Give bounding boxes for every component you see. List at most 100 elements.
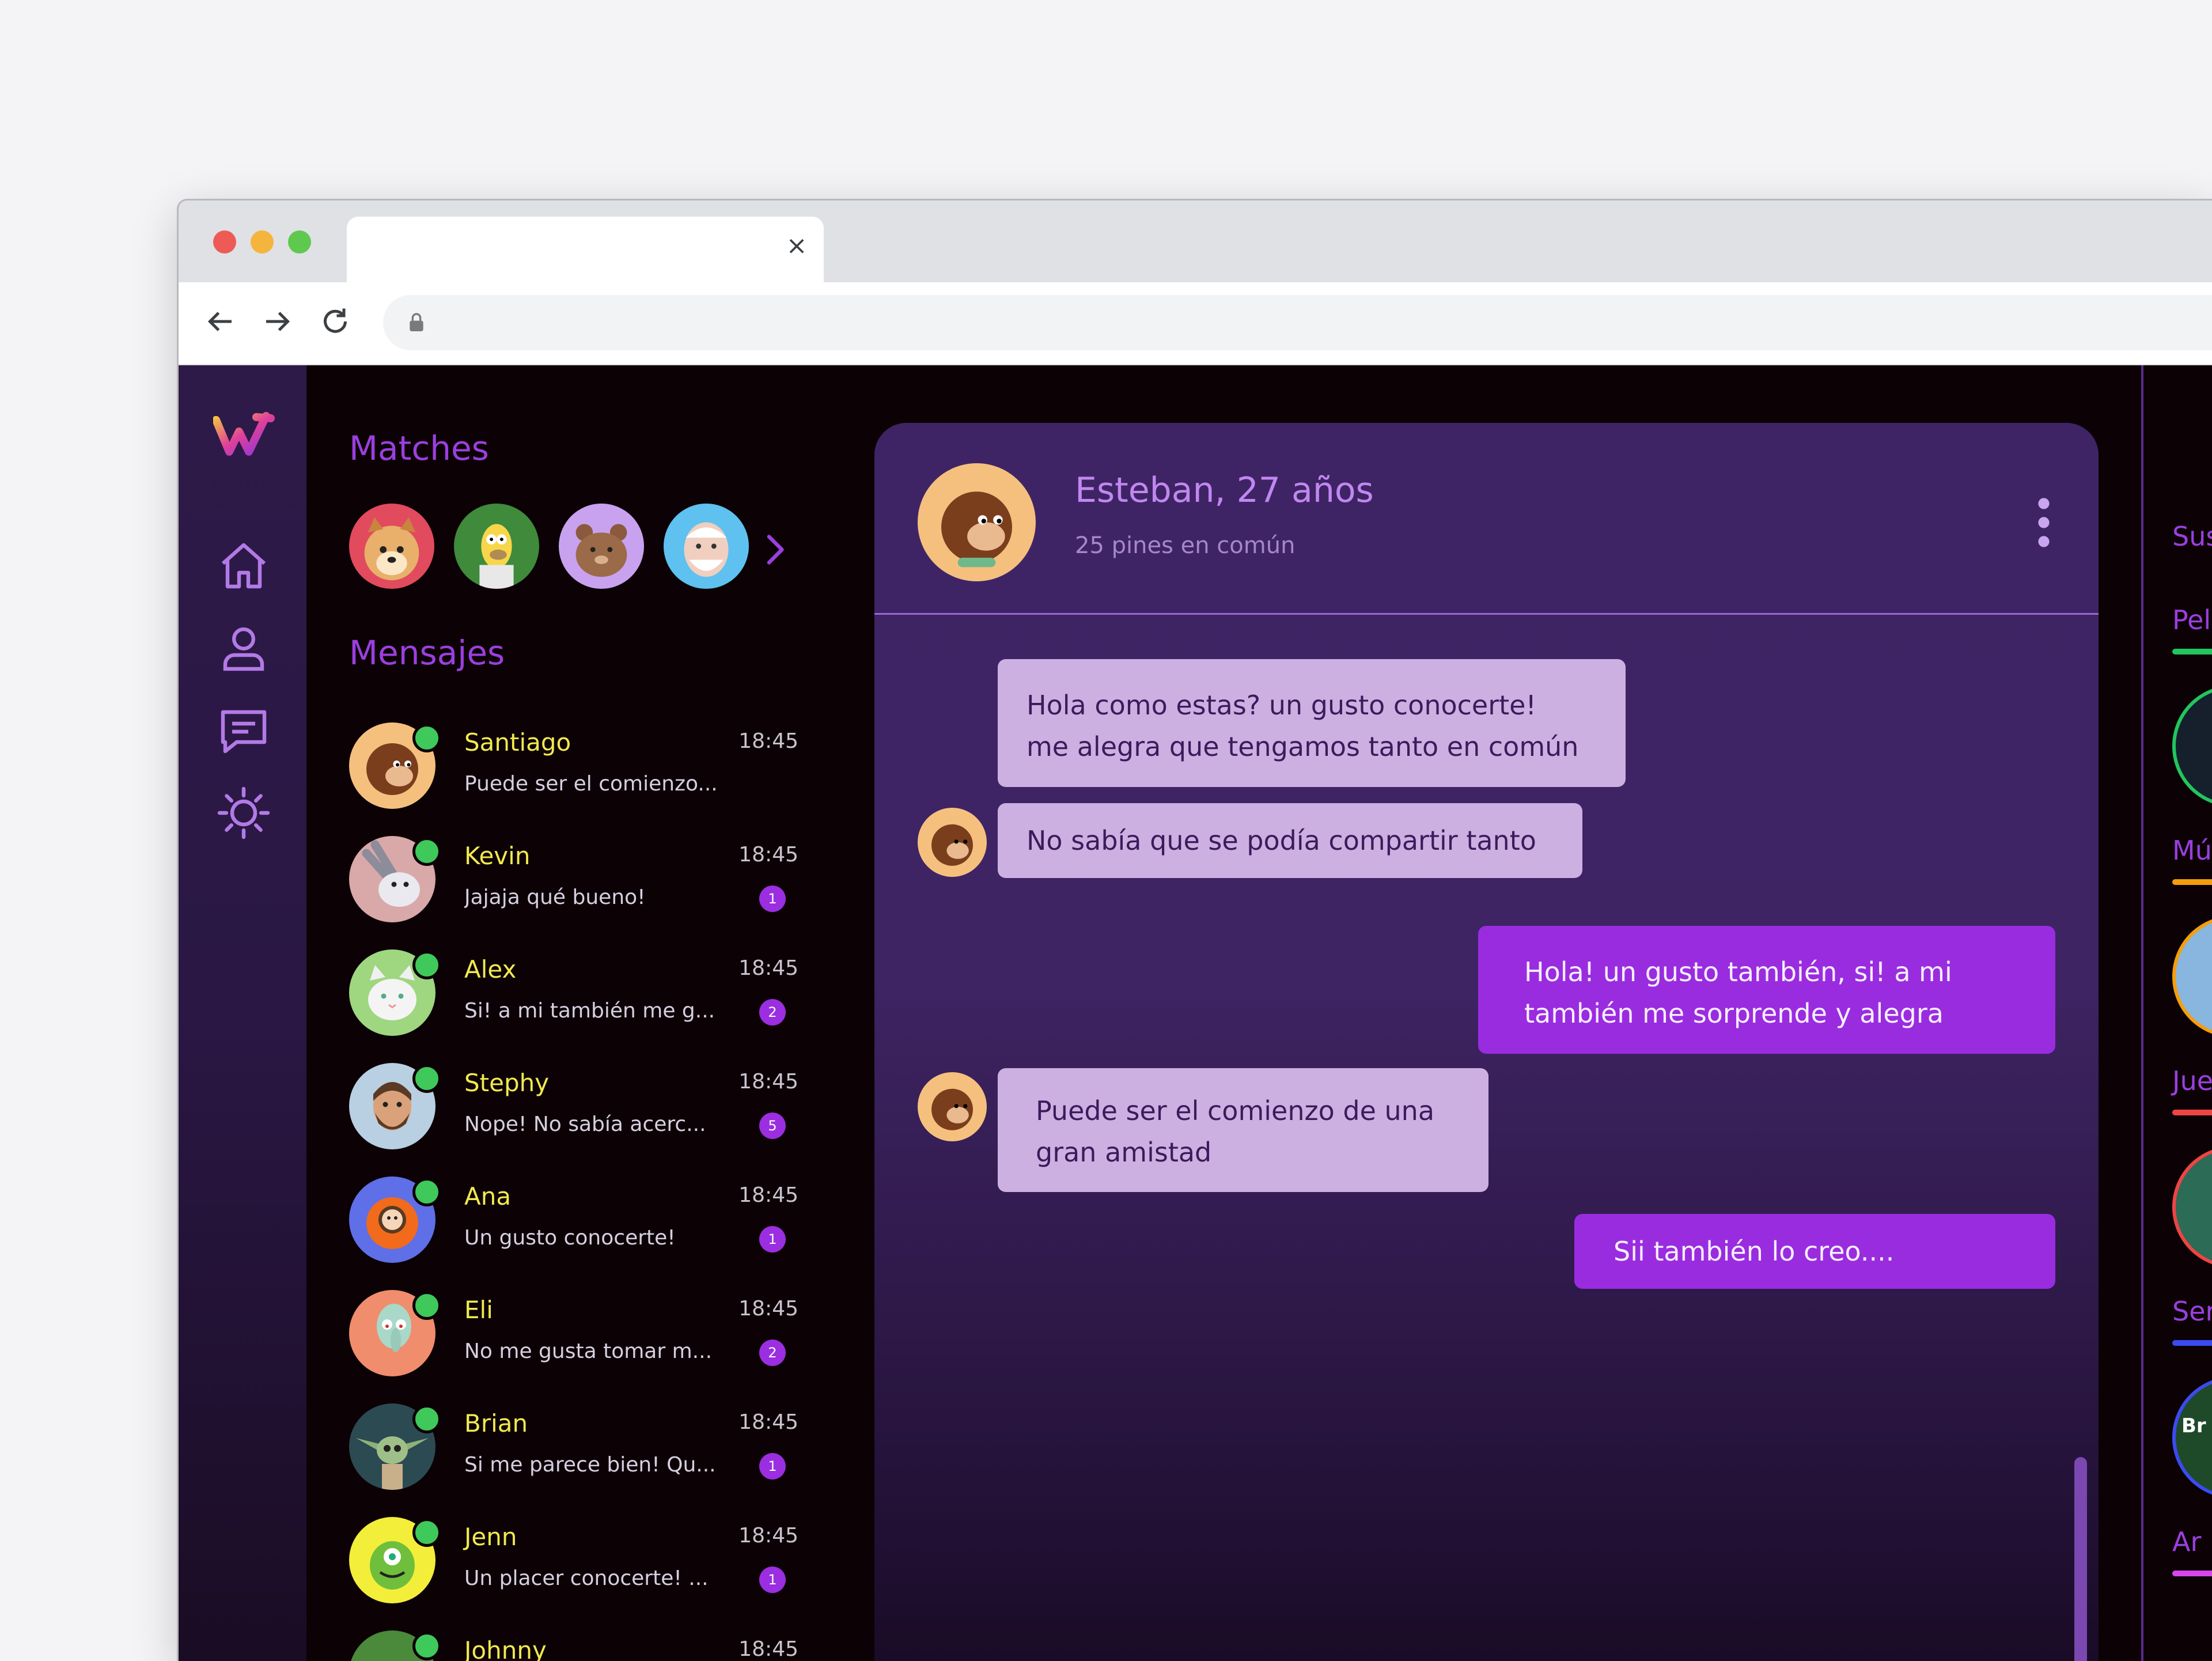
match-avatar-bear[interactable] — [559, 504, 644, 589]
unread-badge: 1 — [759, 1567, 786, 1593]
unread-badge: 2 — [759, 1340, 786, 1366]
conversation-item[interactable]: Johnny 18:45 — [349, 1630, 798, 1661]
reload-icon[interactable] — [318, 304, 353, 339]
browser-tab[interactable]: × — [347, 217, 824, 285]
message-time: 18:45 — [738, 1524, 798, 1548]
message-time: 18:45 — [738, 843, 798, 867]
contact-name: Kevin — [464, 842, 531, 870]
forward-arrow-icon[interactable] — [260, 304, 295, 339]
app-content: Matches Mensajes Santiago 18:45 Puede se… — [179, 365, 2212, 1661]
unread-badge: 1 — [759, 1226, 786, 1253]
messages-icon[interactable] — [216, 703, 271, 758]
maximize-window-button[interactable] — [288, 230, 311, 253]
profile-icon[interactable] — [216, 620, 271, 676]
online-indicator — [412, 1632, 441, 1660]
address-bar[interactable] — [383, 295, 2212, 350]
tab-bar: × — [179, 200, 2212, 285]
message-preview: Puede ser el comienzo... — [464, 772, 718, 796]
message-preview: Un gusto conocerte! — [464, 1226, 676, 1250]
matches-title: Matches — [349, 429, 489, 468]
category-underline — [2172, 1571, 2212, 1576]
message-time: 18:45 — [738, 956, 798, 980]
category-underline — [2172, 649, 2212, 654]
interests-title: Sus — [2172, 521, 2212, 552]
contact-name: Eli — [464, 1296, 493, 1324]
doge-avatar-icon — [364, 517, 419, 581]
message-time: 18:45 — [738, 1410, 798, 1434]
bear-avatar-icon — [575, 524, 627, 577]
message-bubble-incoming: Puede ser el comienzo de una gran amista… — [998, 1068, 1488, 1192]
message-bubble-outgoing: Sii también lo creo.... — [1574, 1214, 2055, 1289]
chevron-right-icon[interactable] — [757, 532, 792, 567]
monkey-avatar-icon — [931, 824, 973, 866]
match-avatar-doge[interactable] — [349, 504, 434, 589]
unread-badge: 2 — [759, 999, 786, 1026]
conversation-item[interactable]: Kevin 18:45 Jajaja qué bueno! 1 — [349, 836, 798, 949]
category-tile[interactable]: Br — [2172, 1376, 2212, 1499]
category-tile-label: Br — [2181, 1414, 2206, 1437]
message-preview: Nope! No sabía acerc... — [464, 1113, 706, 1136]
more-options-icon[interactable] — [2035, 497, 2052, 548]
minimize-window-button[interactable] — [251, 230, 274, 253]
online-indicator — [412, 1291, 441, 1320]
conversation-item[interactable]: Brian 18:45 Si me parece bien! Qu... 1 — [349, 1403, 798, 1516]
homer-avatar-icon — [479, 524, 514, 589]
message-preview: Un placer conocerte! ... — [464, 1567, 709, 1590]
contact-name: Johnny — [464, 1636, 547, 1661]
contact-name: Brian — [464, 1409, 528, 1437]
back-arrow-icon[interactable] — [203, 304, 237, 339]
monkey-avatar-icon — [941, 491, 1012, 567]
brightness-icon[interactable] — [216, 785, 271, 841]
online-indicator — [412, 837, 441, 866]
online-indicator — [412, 1178, 441, 1206]
message-preview: Jajaja qué bueno! — [464, 886, 646, 909]
message-time: 18:45 — [738, 1297, 798, 1321]
message-sender-avatar — [918, 1072, 987, 1141]
message-time: 18:45 — [738, 1070, 798, 1094]
chat-scrollbar[interactable] — [2074, 1457, 2087, 1661]
message-bubble-incoming: Hola como estas? un gusto conocerte! me … — [998, 659, 1626, 787]
monkey-avatar-icon — [931, 1088, 973, 1130]
category-art[interactable]: Ar — [2172, 1526, 2201, 1557]
conversation-item[interactable]: Jenn 18:45 Un placer conocerte! ... 1 — [349, 1517, 798, 1630]
category-tile[interactable] — [2172, 685, 2212, 807]
conversation-item[interactable]: Ana 18:45 Un gusto conocerte! 1 — [349, 1176, 798, 1289]
online-indicator — [412, 1405, 441, 1433]
category-tile[interactable] — [2172, 1146, 2212, 1268]
close-tab-icon[interactable]: × — [782, 232, 811, 260]
match-avatar-old-man[interactable] — [664, 504, 749, 589]
chat-panel: Esteban, 27 años 25 pines en común Hola … — [874, 423, 2099, 1661]
category-tile[interactable] — [2172, 915, 2212, 1038]
sidebar-rail — [179, 365, 306, 1661]
browser-toolbar — [179, 282, 2212, 365]
home-icon[interactable] — [216, 538, 271, 593]
browser-window: × Matches Mensajes Santiago 18:45 Puede … — [177, 199, 2212, 1661]
conversation-item[interactable]: Alex 18:45 Si! a mi también me g... 2 — [349, 949, 798, 1062]
messages-title: Mensajes — [349, 633, 505, 672]
unread-badge: 1 — [759, 886, 786, 912]
category-music[interactable]: Mú — [2172, 835, 2212, 866]
contact-name: Jenn — [464, 1523, 517, 1551]
conversation-item[interactable]: Stephy 18:45 Nope! No sabía acerc... 5 — [349, 1063, 798, 1176]
old-man-avatar-icon — [684, 522, 729, 577]
conversation-item[interactable]: Eli 18:45 No me gusta tomar m... 2 — [349, 1290, 798, 1403]
category-underline — [2172, 1340, 2212, 1346]
conversation-item[interactable]: Santiago 18:45 Puede ser el comienzo... — [349, 722, 798, 835]
interests-panel: Sus Pel Mú Jue Ser Br Ar — [2141, 365, 2212, 1661]
category-underline — [2172, 879, 2212, 885]
close-window-button[interactable] — [213, 230, 236, 253]
message-time: 18:45 — [738, 729, 798, 753]
category-series[interactable]: Ser — [2172, 1296, 2212, 1327]
online-indicator — [412, 724, 441, 752]
chat-contact-avatar[interactable] — [918, 463, 1036, 581]
message-sender-avatar — [918, 808, 987, 877]
match-avatar-homer[interactable] — [454, 504, 539, 589]
message-bubble-incoming: No sabía que se podía compartir tanto — [998, 803, 1582, 878]
message-time: 18:45 — [738, 1183, 798, 1207]
category-movies[interactable]: Pel — [2172, 604, 2211, 635]
message-preview: No me gusta tomar m... — [464, 1340, 713, 1363]
message-bubble-outgoing: Hola! un gusto también, si! a mi también… — [1478, 926, 2055, 1054]
app-logo[interactable] — [213, 411, 276, 457]
category-games[interactable]: Jue — [2172, 1065, 2212, 1096]
chat-contact-subtitle: 25 pines en común — [1075, 532, 1296, 559]
